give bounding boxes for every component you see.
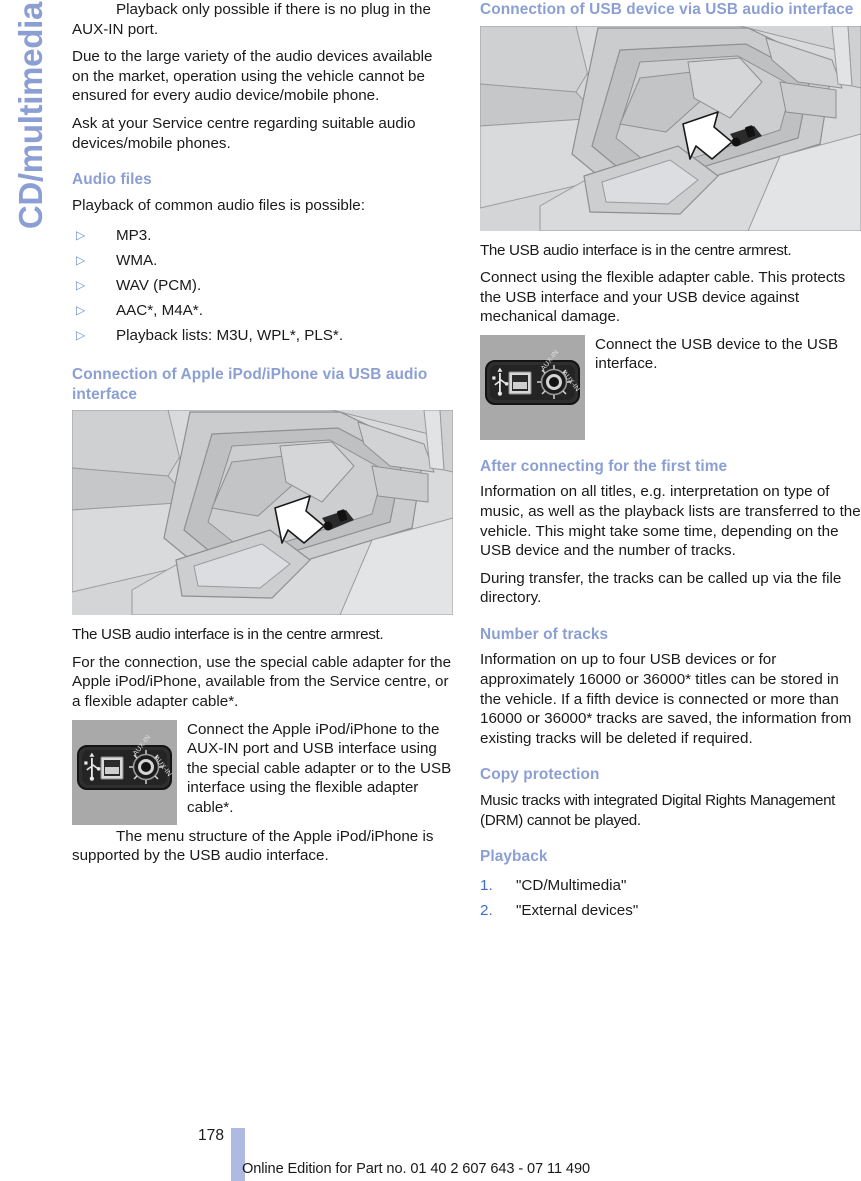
centre-armrest-illustration-right [480,25,861,231]
triangle-bullet-icon: ▷ [76,328,86,343]
heading-playback: Playback [480,848,548,866]
paragraph-audio-files-intro: Playback of common audio files is possib… [72,196,365,214]
list-item-label: MP3. [116,227,152,245]
usb-aux-port-thumbnail-right: AUX-IN AUX-IN [480,334,585,440]
paragraph-special-cable-adapter: For the connection, use the special cabl… [72,653,452,711]
heading-audio-files: Audio files [72,171,152,189]
step-number: 2. [480,901,493,919]
paragraph-copy-protection: Music tracks with integrated Digital Rig… [480,791,836,829]
page-footer: 178 Online Edition for Part no. 01 40 2 … [0,1126,861,1181]
usb-aux-port-svg: AUX-IN AUX-IN [480,334,585,440]
list-item-label: WAV (PCM). [116,277,202,295]
list-item: 2. "External devices" [480,898,861,923]
usb-port-caption: Connect the USB device to the USB interf… [585,335,861,374]
heading-copy-protection: Copy protection [480,766,600,784]
aux-in-bullet-continuation: Playback only possible if there is no pl… [72,1,431,38]
usb-port-instruction-text: Connect the USB device to the USB interf… [595,335,839,373]
right-column: Connection of USB device via USB audio i… [480,0,861,923]
ipod-port-caption: Connect the Apple iPod/iPhone to the AUX… [177,720,453,818]
audio-files-list: ▷ MP3. ▷ WMA. ▷ WAV (PCM). ▷ AAC*, M4A*.… [72,223,453,348]
paragraph-service-centre: Ask at your Service centre regarding sui… [72,114,416,152]
centre-armrest-illustration-left [72,410,453,616]
armrest-figure-svg [480,25,861,231]
list-item: ▷ AAC*, M4A*. [72,298,453,323]
paragraph-titles-transfer: Information on all titles, e.g. interpre… [480,483,861,560]
usb-aux-port-svg: AUX-IN AUX-IN [72,719,177,825]
heading-after-connecting-first-time: After connecting for the first time [480,457,728,475]
paragraph-during-transfer: During transfer, the tracks can be calle… [480,569,842,607]
caption-usb-location-right: The USB audio interface is in the centre… [480,241,792,259]
paragraph-menu-structure: The menu structure of the Apple iPod/iPh… [72,827,434,865]
usb-port-instruction-block: AUX-IN AUX-IN Connect the USB device to … [480,334,861,440]
paragraph-device-variety: Due to the large variety of the audio de… [72,48,433,105]
chapter-tab-label: CD/multimedia [12,2,49,230]
list-item: ▷ MP3. [72,223,453,248]
triangle-bullet-icon: ▷ [76,253,86,268]
list-item: ▷ WMA. [72,248,453,273]
triangle-bullet-icon: ▷ [76,228,86,243]
manual-page: CD/multimedia Playback only possible if … [0,0,861,1181]
list-item: ▷ WAV (PCM). [72,273,453,298]
caption-usb-location-left: The USB audio interface is in the centre… [72,626,384,644]
paragraph-flexible-adapter: Connect using the flexible adapter cable… [480,269,846,326]
usb-aux-port-thumbnail-left: AUX-IN AUX-IN [72,719,177,825]
ipod-port-instruction-text: Connect the Apple iPod/iPhone to the AUX… [187,720,452,816]
heading-number-of-tracks: Number of tracks [480,625,609,643]
heading-ipod-connection: Connection of Apple iPod/iPhone via USB … [72,366,428,403]
list-item: ▷ Playback lists: M3U, WPL*, PLS*. [72,323,453,348]
armrest-figure-svg [72,410,453,616]
triangle-bullet-icon: ▷ [76,303,86,318]
list-item-label: Playback lists: M3U, WPL*, PLS*. [116,327,344,345]
edition-notice: Online Edition for Part no. 01 40 2 607 … [242,1161,590,1177]
playback-steps-list: 1. "CD/Multimedia" 2. "External devices" [480,873,861,923]
paragraph-number-of-tracks: Information on up to four USB devices or… [480,651,852,747]
triangle-bullet-icon: ▷ [76,278,86,293]
list-item-label: AAC*, M4A*. [116,302,203,320]
step-label: "External devices" [516,901,639,919]
left-column: Playback only possible if there is no pl… [72,0,453,874]
chapter-tab: CD/multimedia [0,0,62,330]
step-label: "CD/Multimedia" [516,876,627,894]
step-number: 1. [480,876,493,894]
ipod-port-instruction-block: AUX-IN AUX-IN Connect the Apple iPod/iPh… [72,719,453,825]
list-item: 1. "CD/Multimedia" [480,873,861,898]
list-item-label: WMA. [116,252,158,270]
heading-usb-device-connection: Connection of USB device via USB audio i… [480,1,854,18]
page-number: 178 [197,1127,224,1144]
